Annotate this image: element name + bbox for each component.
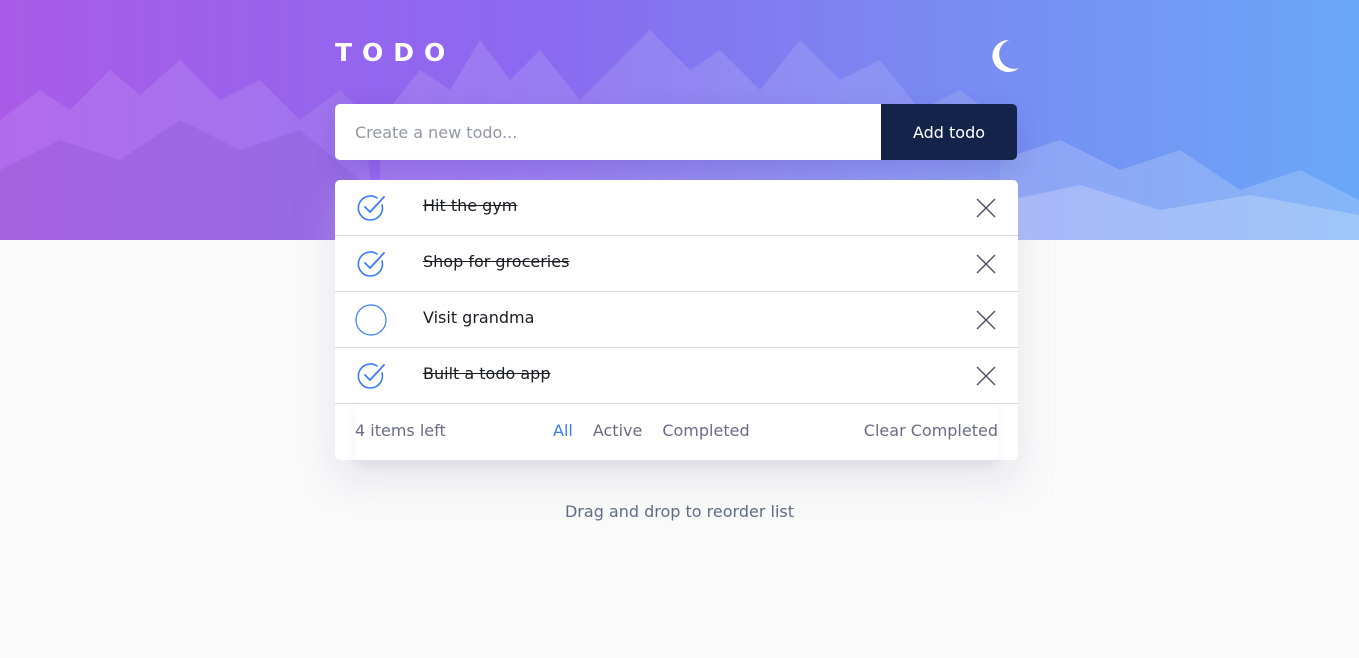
completed-check-toggle[interactable]: [355, 360, 387, 392]
add-todo-button[interactable]: Add todo: [881, 104, 1017, 160]
drag-drop-hint: Drag and drop to reorder list: [564, 502, 794, 521]
completed-check-toggle[interactable]: [355, 192, 387, 224]
list-item[interactable]: Built a todo app: [335, 348, 1018, 404]
items-left-count: 4 items left: [355, 421, 446, 440]
todo-text[interactable]: Hit the gym: [423, 196, 517, 215]
close-icon: [976, 198, 996, 218]
close-icon: [976, 254, 996, 274]
filter-group: All Active Completed: [553, 421, 770, 440]
list-item[interactable]: Hit the gym: [335, 180, 1018, 236]
theme-toggle-button[interactable]: [989, 38, 1021, 74]
check-circle-icon: [357, 251, 385, 277]
app-title: TODO: [335, 38, 456, 67]
clear-completed-button[interactable]: Clear Completed: [864, 421, 998, 440]
uncompleted-check-toggle[interactable]: [355, 304, 387, 336]
delete-todo-button[interactable]: [975, 309, 997, 331]
close-icon: [976, 366, 996, 386]
delete-todo-button[interactable]: [975, 197, 997, 219]
list-item[interactable]: Shop for groceries: [335, 236, 1018, 292]
list-footer: 4 items left All Active Completed Clear …: [355, 404, 998, 460]
completed-check-toggle[interactable]: [355, 248, 387, 280]
check-circle-icon: [357, 195, 385, 221]
close-icon: [976, 310, 996, 330]
delete-todo-button[interactable]: [975, 253, 997, 275]
todo-text[interactable]: Built a todo app: [423, 364, 550, 383]
empty-circle-icon: [355, 304, 387, 336]
check-circle-icon: [357, 363, 385, 389]
new-todo-form: Add todo: [335, 104, 1017, 160]
moon-icon: [992, 39, 1019, 72]
todo-text[interactable]: Visit grandma: [423, 308, 534, 327]
filter-all[interactable]: All: [553, 421, 573, 440]
new-todo-input[interactable]: [335, 104, 881, 160]
list-item[interactable]: Visit grandma: [335, 292, 1018, 348]
filter-completed[interactable]: Completed: [662, 421, 749, 440]
todo-text[interactable]: Shop for groceries: [423, 252, 569, 271]
filter-active[interactable]: Active: [593, 421, 643, 440]
delete-todo-button[interactable]: [975, 365, 997, 387]
todo-list: Hit the gym Shop for groceries Visit gra…: [335, 180, 1018, 460]
